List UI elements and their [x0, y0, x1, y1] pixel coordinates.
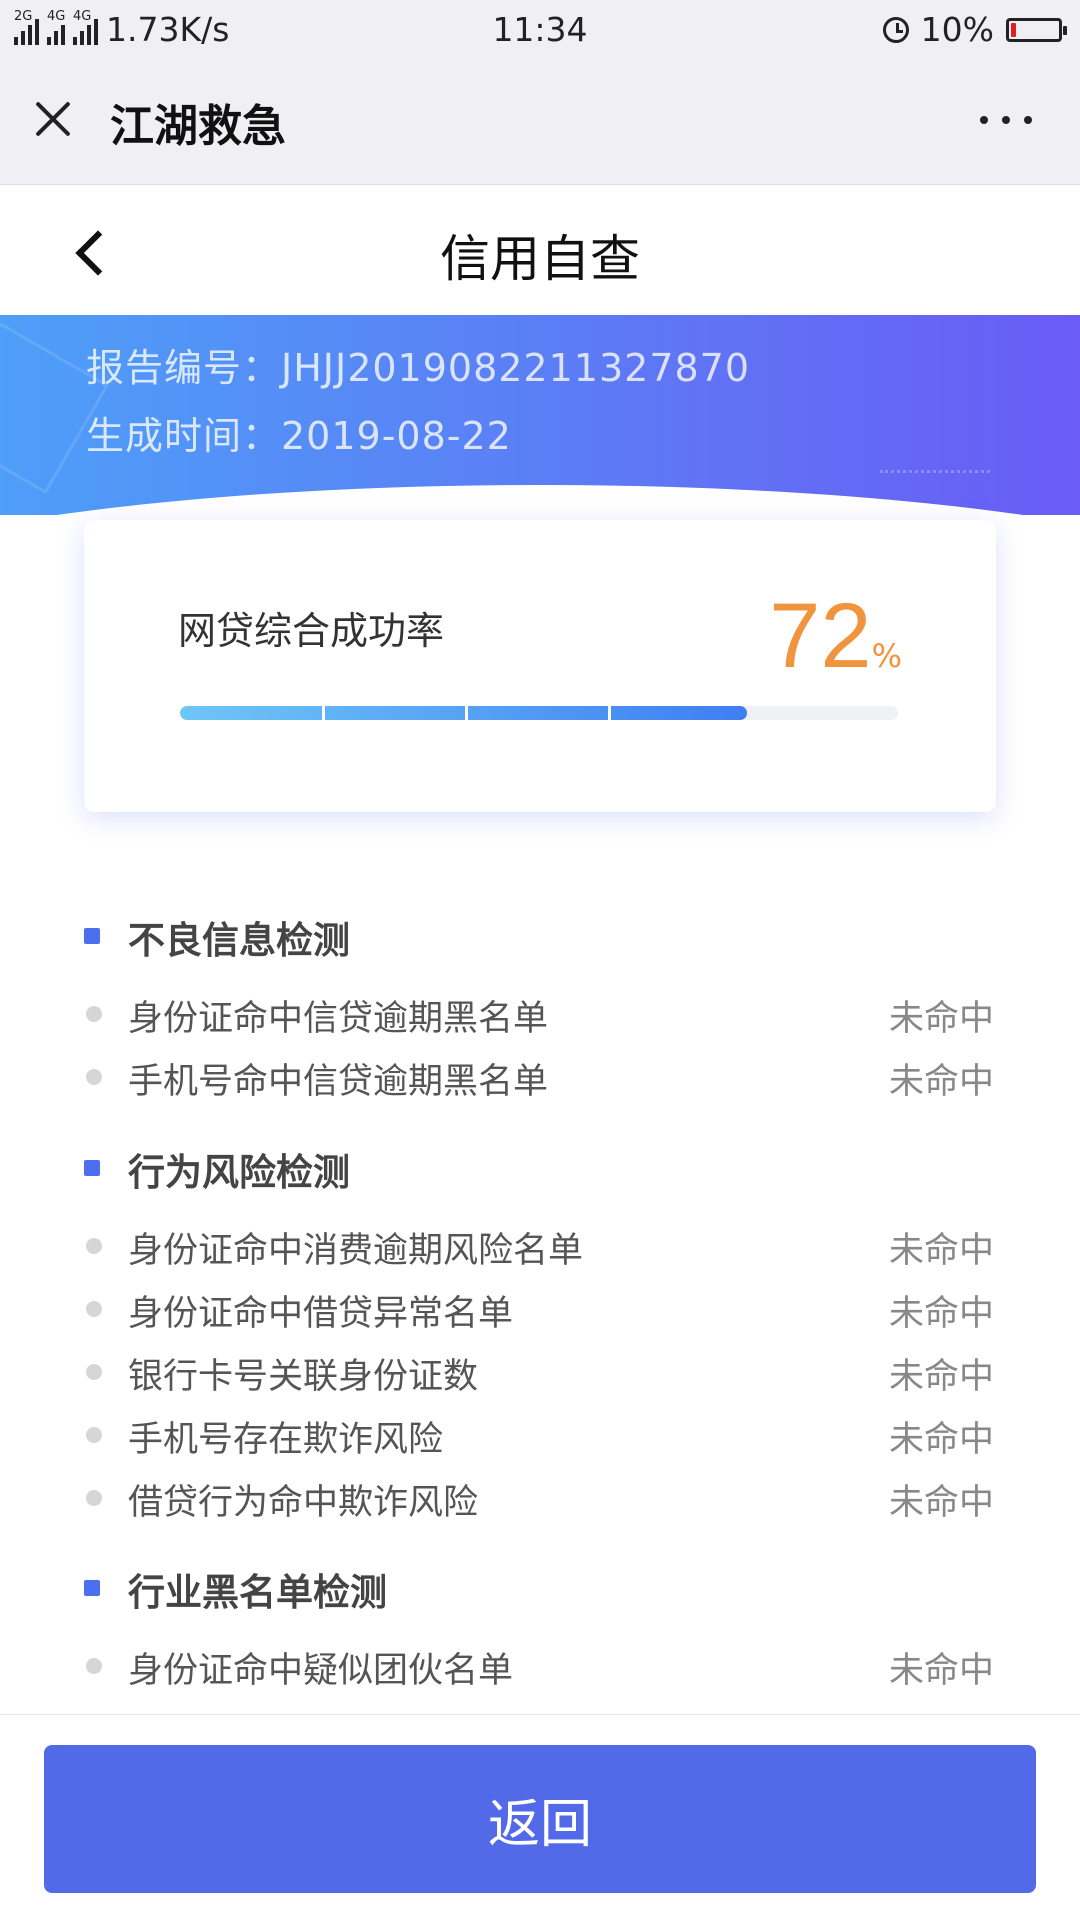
- bullet-dot: [86, 1006, 102, 1022]
- success-rate-label: 网贷综合成功率: [178, 609, 445, 653]
- success-rate-number: 72: [769, 585, 872, 687]
- check-row: 手机号存在欺诈风险 未命中: [0, 1411, 1080, 1461]
- check-label: 手机号存在欺诈风险: [128, 1420, 444, 1460]
- check-row: 银行卡号关联身份证数 未命中: [0, 1348, 1080, 1398]
- bullet-dot: [86, 1069, 102, 1085]
- section-title: 不良信息检测: [128, 919, 350, 962]
- check-label: 银行卡号关联身份证数: [128, 1357, 479, 1397]
- check-label: 身份证命中借贷异常名单: [128, 1294, 514, 1334]
- section-title: 行业黑名单检测: [128, 1571, 387, 1614]
- section-marker: [84, 928, 100, 944]
- bullet-dot: [86, 1490, 102, 1506]
- check-status: 未命中: [888, 1651, 994, 1691]
- section-marker: [84, 1580, 100, 1596]
- check-label: 身份证命中消费逾期风险名单: [128, 1231, 584, 1271]
- section-title: 行为风险检测: [128, 1151, 350, 1194]
- success-rate-value: 72%: [769, 584, 902, 689]
- progress-separator: [322, 706, 325, 720]
- check-status: 未命中: [888, 1062, 994, 1102]
- success-rate-unit: %: [871, 637, 902, 675]
- bullet-dot: [86, 1427, 102, 1443]
- status-right: 10%: [882, 10, 1067, 49]
- banner-decoration-wave: [880, 470, 990, 503]
- section-marker: [84, 1160, 100, 1176]
- check-label: 借贷行为命中欺诈风险: [128, 1483, 479, 1523]
- progress-separator: [465, 706, 468, 720]
- check-status: 未命中: [888, 1231, 994, 1271]
- battery-percent: 10%: [920, 10, 994, 49]
- check-row: 身份证命中疑似团伙名单 未命中: [0, 1642, 1080, 1692]
- check-row: 身份证命中信贷逾期黑名单 未命中: [0, 990, 1080, 1040]
- check-row: 身份证命中消费逾期风险名单 未命中: [0, 1222, 1080, 1272]
- report-id: 报告编号：JHJJ2019082211327870: [86, 346, 751, 390]
- check-row: 借贷行为命中欺诈风险 未命中: [0, 1474, 1080, 1524]
- check-status: 未命中: [888, 1483, 994, 1523]
- page-header: 信用自查: [0, 185, 1080, 315]
- close-icon[interactable]: [32, 98, 74, 140]
- success-rate-progress-fill: [180, 706, 748, 720]
- app-title-bar: 江湖救急: [0, 58, 1080, 185]
- check-status: 未命中: [888, 1420, 994, 1460]
- bullet-dot: [86, 1238, 102, 1254]
- battery-fill: [1011, 22, 1016, 37]
- status-bar: 2G 4G 4G 1.73K/s 11:34 10%: [0, 0, 1080, 58]
- bullet-dot: [86, 1658, 102, 1674]
- progress-separator: [608, 706, 611, 720]
- page-title: 信用自查: [440, 230, 640, 288]
- check-status: 未命中: [888, 999, 994, 1039]
- app-title: 江湖救急: [110, 101, 286, 152]
- bottom-action-bar: 返回: [0, 1714, 1080, 1921]
- check-label: 身份证命中信贷逾期黑名单: [128, 999, 549, 1039]
- bullet-dot: [86, 1301, 102, 1317]
- success-rate-progress: [180, 706, 898, 720]
- more-icon[interactable]: [980, 116, 1032, 126]
- alarm-icon: [882, 16, 909, 43]
- check-row: 手机号命中信贷逾期黑名单 未命中: [0, 1053, 1080, 1103]
- success-rate-card: 网贷综合成功率 72%: [84, 520, 996, 812]
- battery-icon: [1006, 17, 1067, 42]
- check-row: 身份证命中借贷异常名单 未命中: [0, 1285, 1080, 1335]
- check-status: 未命中: [888, 1357, 994, 1397]
- check-label: 身份证命中疑似团伙名单: [128, 1651, 514, 1691]
- report-date: 生成时间：2019-08-22: [86, 414, 512, 458]
- return-button[interactable]: 返回: [44, 1745, 1036, 1893]
- report-banner: 报告编号：JHJJ2019082211327870 生成时间：2019-08-2…: [0, 315, 1080, 515]
- check-label: 手机号命中信贷逾期黑名单: [128, 1062, 549, 1102]
- check-status: 未命中: [888, 1294, 994, 1334]
- bullet-dot: [86, 1364, 102, 1380]
